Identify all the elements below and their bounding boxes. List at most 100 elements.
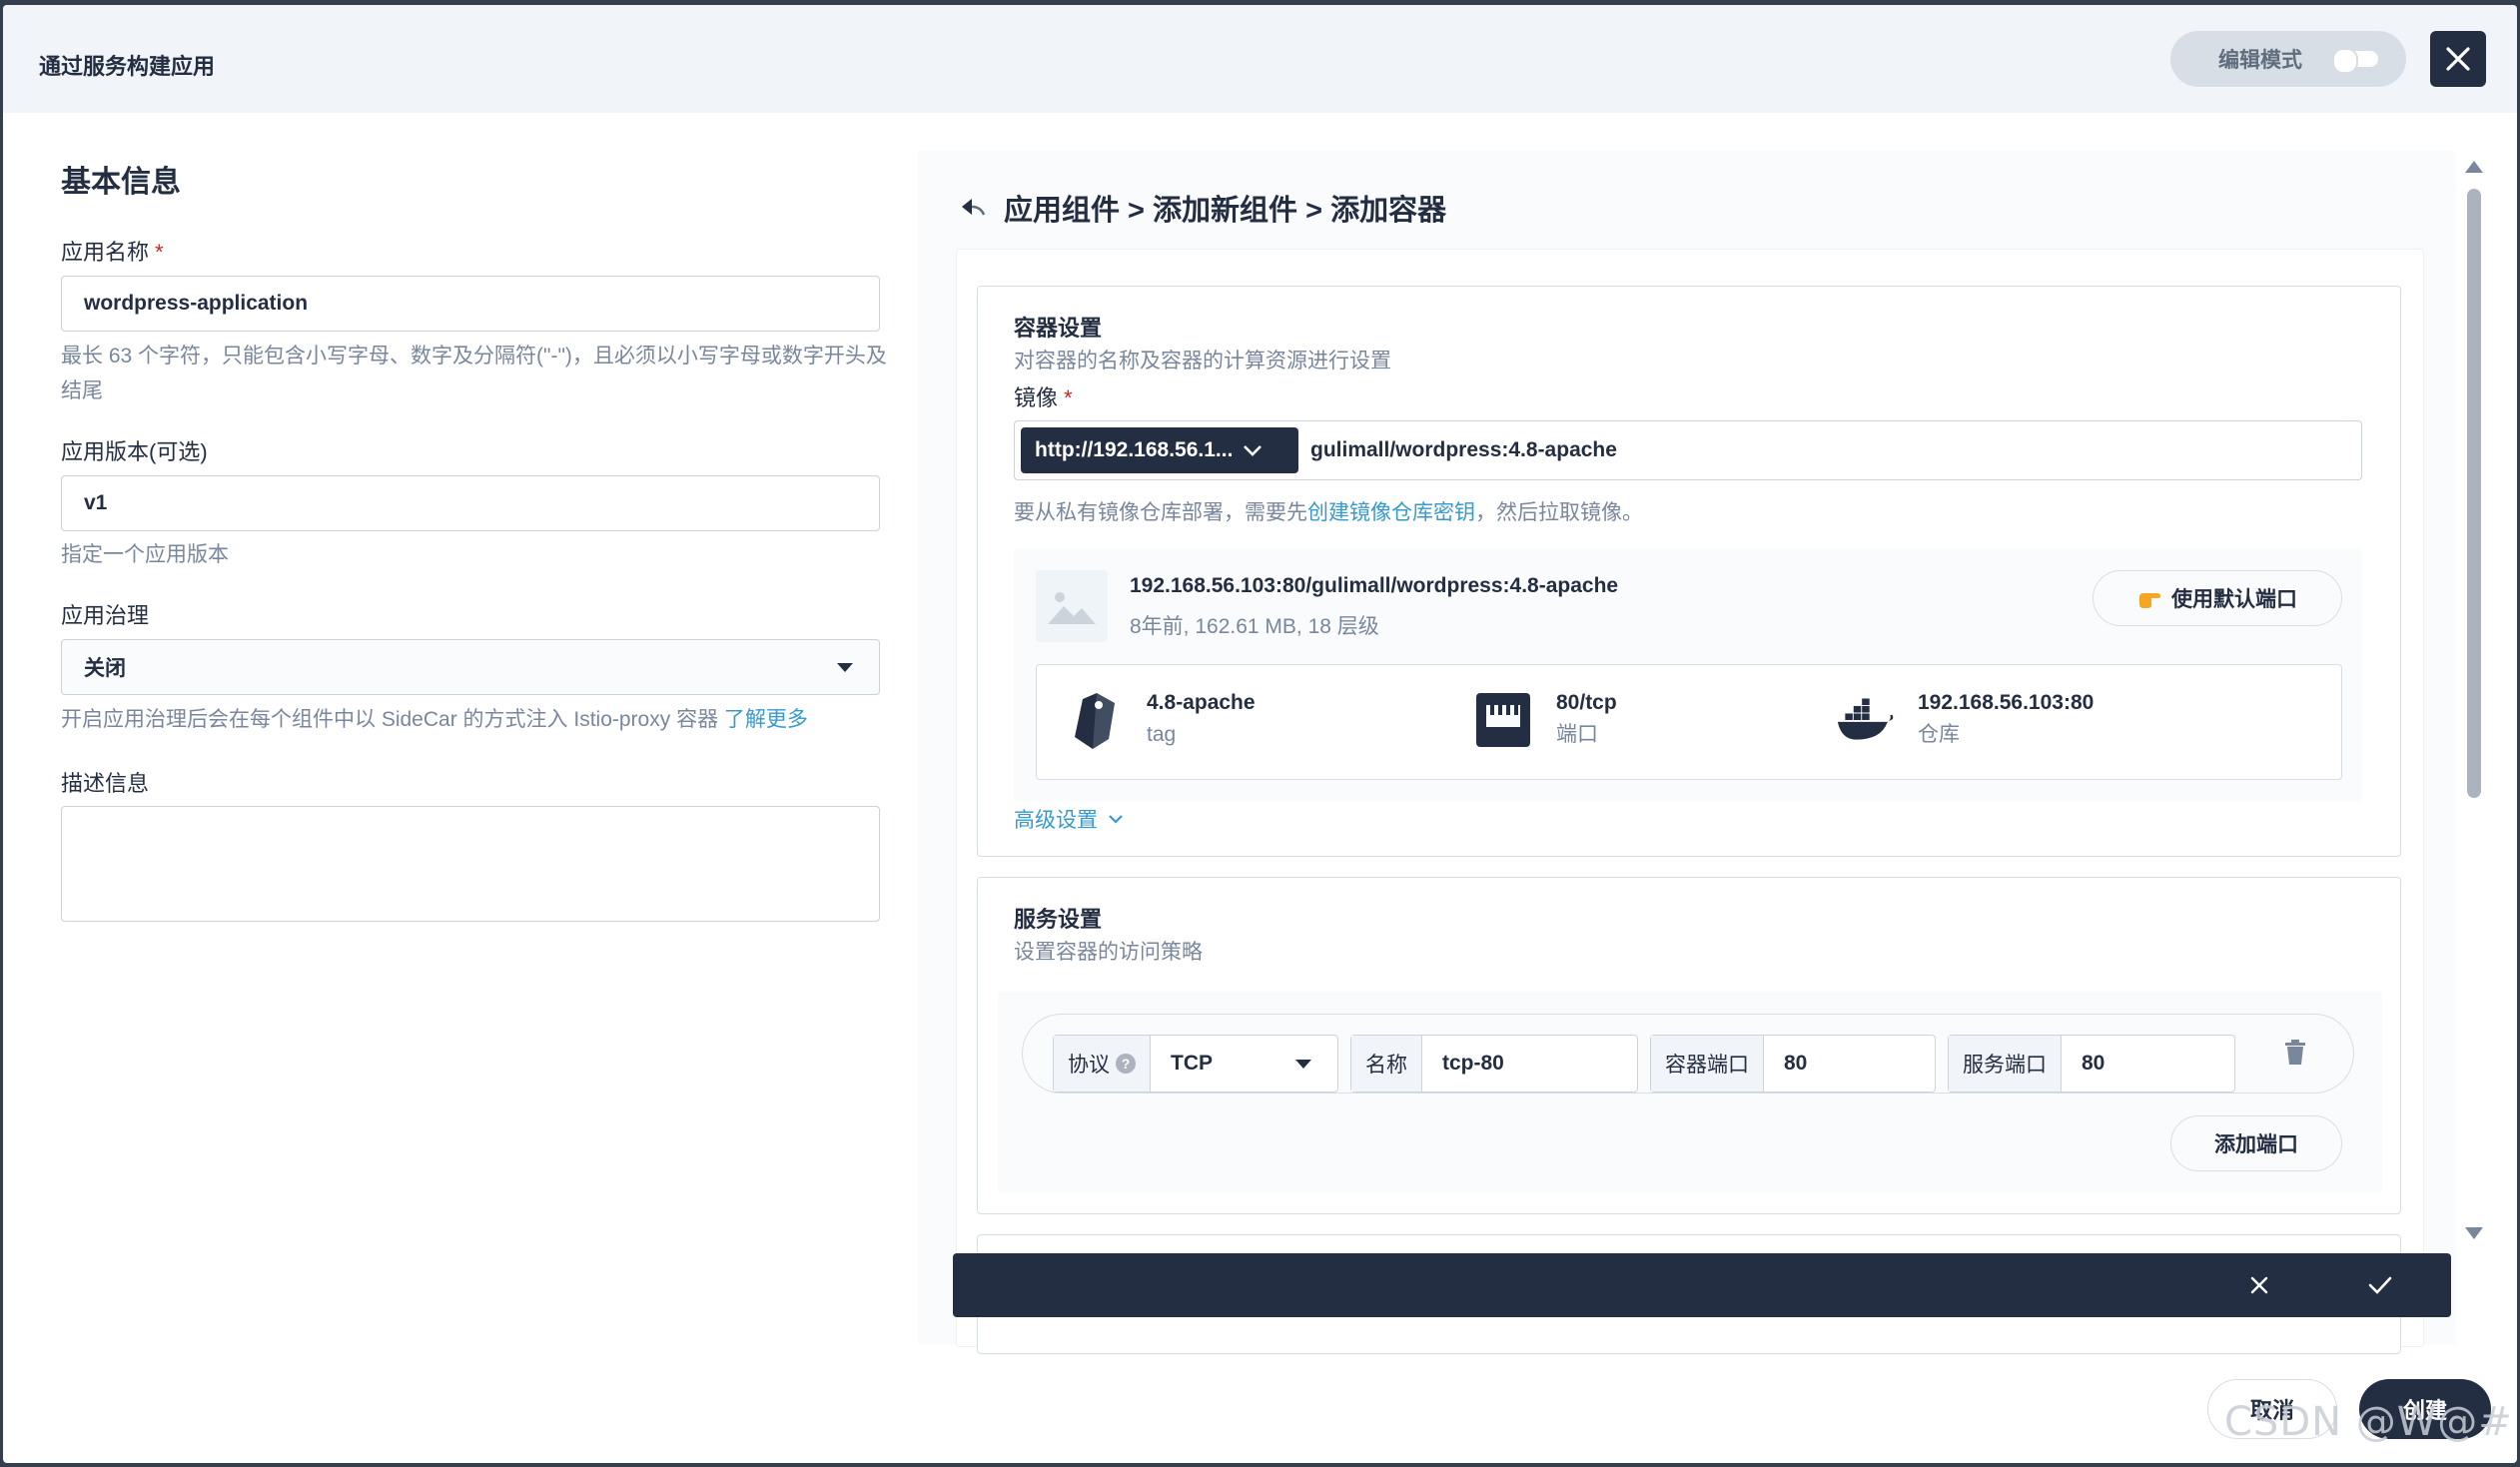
port-key: 端口 — [1556, 723, 1598, 746]
image-meta: 8年前, 162.61 MB, 18 层级 — [1130, 615, 1379, 638]
csdn-watermark: CSDN @W@# — [2224, 1399, 2513, 1445]
governance-select[interactable]: 关闭 — [61, 639, 880, 695]
registry-select[interactable]: http://192.168.56.1... — [1021, 427, 1298, 473]
app-name-label-text: 应用名称 — [61, 240, 150, 265]
registry-value: http://192.168.56.1... — [1035, 438, 1234, 461]
scroll-thumb[interactable] — [2467, 189, 2481, 798]
docker-icon — [1836, 689, 1894, 751]
service-settings-subtitle: 设置容器的访问策略 — [1014, 941, 1203, 964]
protocol-value-wrap: TCP — [1151, 1036, 1337, 1092]
image-label-text: 镜像 — [1014, 385, 1059, 410]
info-repo: 192.168.56.103:80 仓库 — [1836, 689, 2094, 753]
image-hint-prefix: 要从私有镜像仓库部署，需要先 — [1014, 501, 1307, 524]
description-label: 描述信息 — [61, 771, 150, 796]
caret-down-icon — [1295, 1059, 1311, 1069]
image-value[interactable]: gulimall/wordpress:4.8-apache — [1310, 438, 1617, 462]
tag-value: 4.8-apache — [1147, 691, 1256, 714]
basic-info-panel: 基本信息 应用名称 * wordpress-application 最长 63 个… — [3, 113, 912, 1351]
info-tag: 4.8-apache tag — [1065, 689, 1256, 753]
tag-key: tag — [1147, 723, 1177, 746]
trash-icon[interactable] — [2283, 1039, 2307, 1067]
required-mark: * — [1064, 385, 1073, 410]
chevron-down-icon — [1244, 445, 1262, 456]
container-port-field[interactable]: 容器端口 80 — [1650, 1035, 1936, 1093]
port-row: 协议? TCP 名称 tcp-80 容器端口 80 服务端口 80 — [1022, 1014, 2354, 1094]
service-port-label: 服务端口 — [1949, 1036, 2062, 1092]
pointing-hand-icon — [2139, 593, 2160, 608]
edit-mode-toggle[interactable]: 编辑模式 — [2170, 31, 2406, 87]
toggle-switch-icon[interactable] — [2332, 48, 2378, 74]
tag-icon — [1065, 689, 1123, 751]
protocol-label: 协议 — [1068, 1054, 1110, 1077]
image-hint-suffix: ，然后拉取镜像。 — [1475, 501, 1643, 524]
image-label: 镜像 * — [1014, 380, 1073, 412]
breadcrumb: 应用组件 > 添加新组件 > 添加容器 — [958, 187, 1446, 229]
service-settings-card: 服务设置 设置容器的访问策略 协议? TCP 名称 tcp-80 容器端口 80… — [977, 877, 2401, 1214]
breadcrumb-text: 应用组件 > 添加新组件 > 添加容器 — [1004, 195, 1447, 227]
close-button[interactable] — [2430, 31, 2486, 87]
info-port: 80/tcp 端口 — [1474, 689, 1617, 753]
repo-value: 192.168.56.103:80 — [1918, 691, 2095, 714]
description-textarea[interactable] — [61, 806, 880, 922]
container-settings-subtitle: 对容器的名称及容器的计算资源进行设置 — [1014, 350, 1391, 372]
image-detail-card: 192.168.56.103:80/gulimall/wordpress:4.8… — [1014, 548, 2362, 802]
repo-key: 仓库 — [1918, 723, 1960, 746]
app-version-label: 应用版本(可选) — [61, 439, 208, 464]
port-value: 80/tcp — [1556, 691, 1617, 714]
use-default-port-button[interactable]: 使用默认端口 — [2093, 570, 2342, 626]
container-settings-card: 容器设置 对容器的名称及容器的计算资源进行设置 镜像 * http://192.1… — [977, 286, 2401, 857]
image-input[interactable]: http://192.168.56.1... gulimall/wordpres… — [1014, 420, 2362, 480]
port-list: 协议? TCP 名称 tcp-80 容器端口 80 服务端口 80 添加端口 — [998, 992, 2382, 1193]
app-name-input[interactable]: wordpress-application — [61, 276, 880, 332]
governance-hint: 开启应用治理后会在每个组件中以 SideCar 的方式注入 Istio-prox… — [61, 702, 890, 737]
protocol-value: TCP — [1171, 1052, 1213, 1075]
governance-value: 关闭 — [84, 657, 126, 680]
scroll-down-icon[interactable] — [2465, 1227, 2483, 1239]
add-port-button[interactable]: 添加端口 — [2170, 1115, 2342, 1171]
app-name-hint: 最长 63 个字符，只能包含小写字母、数字及分隔符("-")，且必须以小写字母或… — [61, 345, 887, 402]
container-port-label: 容器端口 — [1651, 1036, 1764, 1092]
modal-title: 通过服务构建应用 — [39, 54, 216, 79]
cancel-component-icon[interactable] — [2247, 1273, 2271, 1297]
edit-mode-label: 编辑模式 — [2218, 49, 2302, 72]
protocol-select[interactable]: 协议? TCP — [1053, 1035, 1338, 1093]
use-default-port-label: 使用默认端口 — [2171, 588, 2297, 611]
governance-label: 应用治理 — [61, 603, 150, 628]
learn-more-link[interactable]: 了解更多 — [724, 708, 808, 731]
advanced-settings-label: 高级设置 — [1014, 809, 1098, 832]
component-action-bar — [953, 1253, 2451, 1317]
required-mark: * — [155, 240, 164, 265]
back-arrow-icon[interactable] — [958, 193, 988, 223]
basic-info-title: 基本信息 — [61, 166, 181, 199]
app-version-input[interactable]: v1 — [61, 475, 880, 531]
port-name-input[interactable]: tcp-80 — [1422, 1036, 1504, 1092]
scroll-up-icon[interactable] — [2465, 161, 2483, 173]
app-version-hint: 指定一个应用版本 — [61, 543, 229, 566]
advanced-settings-toggle[interactable]: 高级设置 — [1014, 804, 1124, 834]
component-form: 容器设置 对容器的名称及容器的计算资源进行设置 镜像 * http://192.1… — [956, 249, 2424, 1354]
governance-hint-text: 开启应用治理后会在每个组件中以 SideCar 的方式注入 Istio-prox… — [61, 708, 719, 731]
container-port-input[interactable]: 80 — [1764, 1036, 1807, 1092]
image-hint: 要从私有镜像仓库部署，需要先创建镜像仓库密钥，然后拉取镜像。 — [1014, 496, 1643, 526]
chevron-down-icon — [1109, 815, 1123, 824]
modal-header: 通过服务构建应用 编辑模式 — [3, 5, 2517, 113]
ethernet-port-icon — [1474, 689, 1532, 751]
component-panel: 应用组件 > 添加新组件 > 添加容器 容器设置 对容器的名称及容器的计算资源进… — [918, 151, 2456, 1354]
port-name-field[interactable]: 名称 tcp-80 — [1350, 1035, 1638, 1093]
protocol-addon: 协议? — [1054, 1036, 1151, 1092]
create-app-modal: 通过服务构建应用 编辑模式 基本信息 应用名称 * wordpress-appli… — [3, 5, 2517, 1463]
create-secret-link[interactable]: 创建镜像仓库密钥 — [1307, 501, 1475, 524]
service-port-field[interactable]: 服务端口 80 — [1948, 1035, 2235, 1093]
caret-down-icon — [837, 662, 853, 672]
port-name-label: 名称 — [1351, 1036, 1422, 1092]
help-icon[interactable]: ? — [1116, 1054, 1136, 1074]
container-settings-title: 容器设置 — [1014, 316, 1103, 341]
app-name-label: 应用名称 * — [61, 235, 164, 267]
service-port-input[interactable]: 80 — [2062, 1036, 2104, 1092]
close-icon — [2446, 47, 2470, 71]
image-info-strip: 4.8-apache tag 80/tcp 端口 192.168.56.103:… — [1036, 664, 2342, 780]
image-placeholder-icon — [1036, 570, 1108, 642]
confirm-component-icon[interactable] — [2367, 1273, 2393, 1297]
scrollbar[interactable] — [2464, 155, 2484, 1243]
image-full-name: 192.168.56.103:80/gulimall/wordpress:4.8… — [1130, 574, 1619, 597]
